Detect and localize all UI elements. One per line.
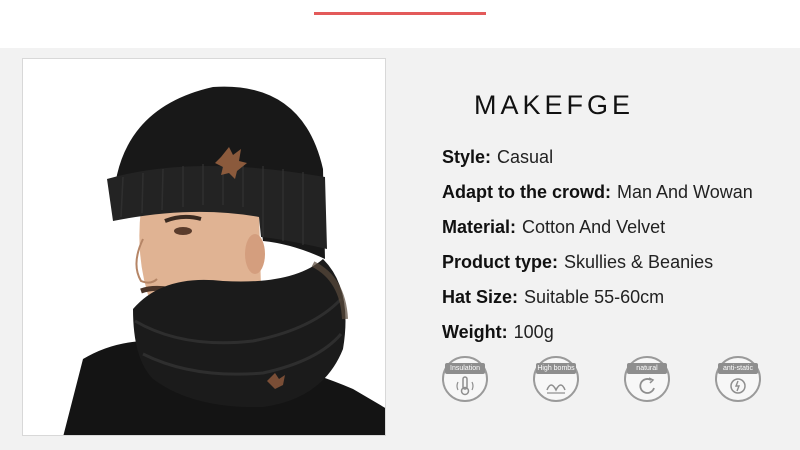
- spec-label: Adapt to the crowd:: [442, 182, 611, 202]
- badge-label: Insulation: [445, 363, 485, 374]
- feature-badges: Insulation High bombs natural anti-stati…: [440, 356, 780, 406]
- spec-material: Material: Cotton And Velvet: [442, 210, 798, 245]
- cycle-icon: [639, 377, 655, 394]
- spec-value: Suitable 55-60cm: [524, 287, 665, 307]
- spec-value: Skullies & Beanies: [564, 252, 714, 272]
- spec-value: Cotton And Velvet: [522, 217, 666, 237]
- spec-style: Style: Casual: [442, 140, 798, 175]
- shield-static-icon: [730, 378, 746, 394]
- spec-list: Style: Casual Adapt to the crowd: Man An…: [442, 140, 798, 350]
- accent-divider: [314, 12, 486, 15]
- spec-label: Style:: [442, 147, 492, 167]
- spec-weight: Weight: 100g: [442, 315, 798, 350]
- spec-label: Material:: [442, 217, 517, 237]
- badge-anti-static: anti-static: [715, 356, 761, 402]
- spec-label: Weight:: [442, 322, 508, 342]
- header-band: [0, 0, 800, 48]
- spec-crowd: Adapt to the crowd: Man And Wowan: [442, 175, 798, 210]
- badge-insulation: Insulation: [442, 356, 488, 402]
- badge-high-bombs: High bombs: [533, 356, 579, 402]
- spec-product-type: Product type: Skullies & Beanies: [442, 245, 798, 280]
- badge-label: anti-static: [718, 363, 758, 374]
- thermometer-icon: [456, 376, 474, 396]
- spec-value: 100g: [513, 322, 554, 342]
- bounce-icon: [546, 384, 566, 394]
- spec-value: Man And Wowan: [617, 182, 753, 202]
- badge-label: natural: [627, 363, 667, 374]
- brand-title: MAKEFGE: [474, 90, 635, 120]
- badge-label: High bombs: [536, 363, 576, 374]
- badge-natural: natural: [624, 356, 670, 402]
- spec-label: Hat Size:: [442, 287, 519, 307]
- spec-value: Casual: [497, 147, 554, 167]
- spec-label: Product type:: [442, 252, 559, 272]
- spec-hat-size: Hat Size: Suitable 55-60cm: [442, 280, 798, 315]
- product-photo: [22, 58, 386, 436]
